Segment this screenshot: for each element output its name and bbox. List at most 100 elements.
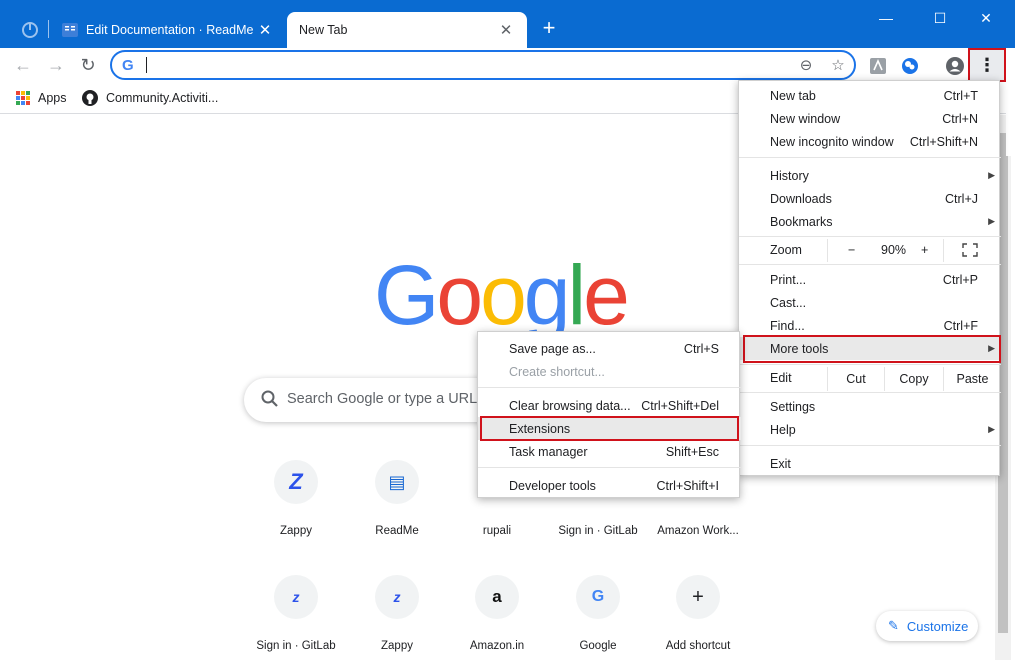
menu-item-shortcut: Ctrl+T <box>943 88 978 103</box>
google-icon: G <box>576 575 620 619</box>
search-placeholder: Search Google or type a URL <box>287 391 478 407</box>
customize-button[interactable]: ✎ Customize <box>876 611 978 641</box>
amazon-icon: a <box>475 575 519 619</box>
plus-icon: + <box>676 575 720 619</box>
menu-item-new-incognito[interactable]: New incognito window Ctrl+Shift+N <box>739 130 1001 153</box>
google-g-icon: G <box>122 57 134 74</box>
menu-item-label: Help <box>770 422 796 437</box>
zappy-icon: z <box>375 575 419 619</box>
pencil-icon: ✎ <box>888 618 899 633</box>
bookmark-community[interactable]: Community.Activiti... <box>82 88 218 108</box>
shortcut-tile[interactable]: z Sign in · GitLab <box>240 575 352 652</box>
back-button[interactable]: ← <box>10 52 36 78</box>
menu-divider <box>739 364 1001 365</box>
fullscreen-icon[interactable] <box>962 243 978 257</box>
menu-item-create-shortcut: Create shortcut... <box>478 360 741 383</box>
shortcut-label: Amazon.in <box>469 640 525 652</box>
add-shortcut-tile[interactable]: + Add shortcut <box>642 575 754 652</box>
address-bar[interactable]: G ⊖ ☆ <box>110 50 856 80</box>
shortcut-label: Zappy <box>381 640 413 652</box>
menu-item-developer-tools[interactable]: Developer tools Ctrl+Shift+I <box>478 474 741 497</box>
paste-button[interactable]: Paste <box>943 367 1001 391</box>
menu-item-exit[interactable]: Exit <box>739 452 1001 475</box>
menu-item-downloads[interactable]: Downloads Ctrl+J <box>739 187 1001 210</box>
shortcut-tile[interactable]: a Amazon.in <box>441 575 553 652</box>
menu-item-clear-browsing-data[interactable]: Clear browsing data... Ctrl+Shift+Del <box>478 394 741 417</box>
menu-item-save-page[interactable]: Save page as... Ctrl+S <box>478 337 741 360</box>
shortcut-tile[interactable]: Z Zappy <box>240 460 352 537</box>
pdf-extension-icon[interactable] <box>868 56 888 76</box>
menu-item-shortcut: Ctrl+S <box>683 341 719 356</box>
tab-separator <box>48 20 49 38</box>
title-bar: Edit Documentation · ReadMe ✕ New Tab ✕ … <box>0 0 1015 48</box>
menu-divider <box>739 157 1001 158</box>
bookmark-star-icon[interactable]: ☆ <box>828 56 848 76</box>
customize-label: Customize <box>906 618 969 634</box>
zoom-in-button[interactable]: + <box>921 243 928 257</box>
pinned-tab[interactable] <box>16 16 44 44</box>
new-tab-button[interactable]: + <box>536 16 562 42</box>
shortcut-tile[interactable]: ▤ ReadMe <box>341 460 453 537</box>
menu-item-label: Settings <box>770 399 816 414</box>
menu-item-shortcut: Ctrl+P <box>942 272 978 287</box>
tab-edit-documentation[interactable]: Edit Documentation · ReadMe ✕ <box>50 12 286 48</box>
menu-item-label: History <box>770 168 809 183</box>
menu-divider <box>739 445 1001 446</box>
menu-item-print[interactable]: Print... Ctrl+P <box>739 268 1001 291</box>
menu-item-task-manager[interactable]: Task manager Shift+Esc <box>478 440 741 463</box>
tab-title: Edit Documentation · ReadMe <box>86 23 254 37</box>
shortcut-label: ReadMe <box>375 525 419 537</box>
tab-close-icon[interactable]: ✕ <box>497 21 515 39</box>
shortcut-label: Zappy <box>280 525 312 537</box>
menu-item-shortcut: Ctrl+F <box>943 318 978 333</box>
copy-button[interactable]: Copy <box>884 367 943 391</box>
menu-item-new-window[interactable]: New window Ctrl+N <box>739 107 1001 130</box>
edit-label: Edit <box>770 371 792 385</box>
menu-item-label: Exit <box>770 456 791 471</box>
menu-item-label: Clear browsing data... <box>509 398 631 413</box>
profile-icon[interactable] <box>945 56 965 76</box>
cut-button[interactable]: Cut <box>827 367 884 391</box>
zoom-value: 90% <box>881 243 907 257</box>
more-tools-submenu: Save page as... Ctrl+S Create shortcut..… <box>477 331 741 498</box>
menu-item-cast[interactable]: Cast... <box>739 291 1001 314</box>
menu-item-history[interactable]: History ▶ <box>739 164 1001 187</box>
menu-item-shortcut: Ctrl+Shift+I <box>656 478 719 493</box>
bookmark-label: Community.Activiti... <box>106 91 219 105</box>
menu-item-label: Create shortcut... <box>509 364 605 379</box>
menu-item-find[interactable]: Find... Ctrl+F <box>739 314 1001 337</box>
chrome-menu-button[interactable]: ⋮ <box>968 48 1006 82</box>
maximize-button[interactable]: ☐ <box>920 6 960 30</box>
submenu-arrow-icon: ▶ <box>988 170 995 180</box>
zoom-icon[interactable]: ⊖ <box>796 56 816 76</box>
menu-item-label: Task manager <box>509 444 588 459</box>
brain-extension-icon[interactable] <box>900 56 920 76</box>
more-tools-highlight-box <box>743 335 1001 363</box>
shortcut-tile[interactable]: z Zappy <box>341 575 453 652</box>
shortcut-tile[interactable]: G Google <box>542 575 654 652</box>
menu-divider <box>739 236 1001 237</box>
search-icon <box>261 390 278 407</box>
menu-item-new-tab[interactable]: New tab Ctrl+T <box>739 84 1001 107</box>
menu-item-shortcut: Ctrl+Shift+N <box>909 134 978 149</box>
tab-new-tab[interactable]: New Tab ✕ <box>287 12 527 48</box>
menu-item-shortcut: Ctrl+N <box>942 111 978 126</box>
tab-close-icon[interactable]: ✕ <box>256 21 274 39</box>
forward-button[interactable]: → <box>43 52 69 78</box>
extensions-highlight-box <box>480 416 739 441</box>
minimize-button[interactable]: — <box>866 6 906 30</box>
close-window-button[interactable]: ✕ <box>966 6 1006 30</box>
menu-item-settings[interactable]: Settings <box>739 395 1001 418</box>
menu-item-help[interactable]: Help ▶ <box>739 418 1001 441</box>
tab-title: New Tab <box>299 23 348 37</box>
reload-button[interactable]: ↻ <box>75 52 101 78</box>
shortcut-label: Google <box>579 640 617 652</box>
bookmark-apps[interactable]: Apps <box>16 88 67 108</box>
menu-item-label: New incognito window <box>770 134 894 149</box>
zoom-out-button[interactable]: − <box>848 243 855 257</box>
menu-item-label: Developer tools <box>509 478 596 493</box>
github-icon <box>82 90 98 106</box>
shortcut-label: Sign in · GitLab <box>558 525 638 537</box>
menu-item-bookmarks[interactable]: Bookmarks ▶ <box>739 210 1001 233</box>
menu-item-label: Downloads <box>770 191 832 206</box>
